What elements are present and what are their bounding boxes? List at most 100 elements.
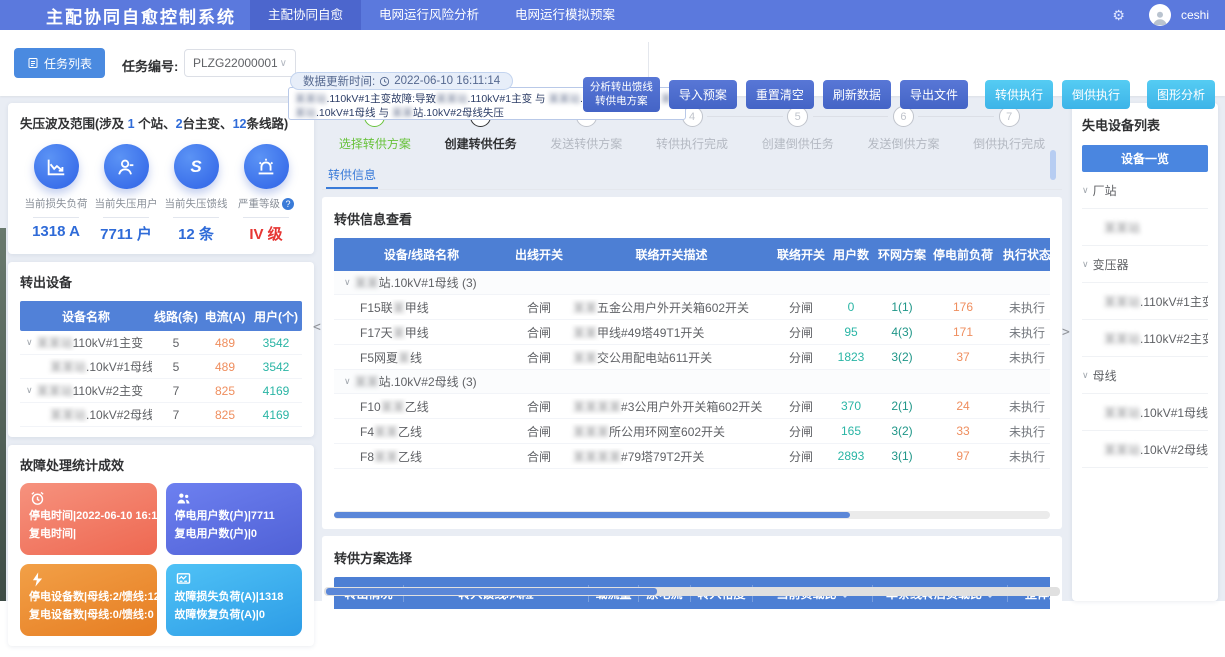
alarm-clock-icon (29, 490, 46, 507)
stat-severity: 严重等级 ? IV 级 (232, 144, 300, 244)
task-no-value: PLZG22000001 (193, 56, 278, 70)
outage-time-card: 停电时间|2022-06-10 16:11 复电时间| (20, 483, 157, 555)
refresh-data-button[interactable]: 刷新数据 (823, 80, 891, 109)
stat-lost-feeders: S 当前失压馈线 12 条 (162, 144, 230, 244)
alarm-icon (244, 144, 289, 189)
tree-item-bus2[interactable]: 某某站.10kV#2母线 (1082, 431, 1208, 468)
table-row[interactable]: F10某某乙线 合闸 某某某某#3公用户外开关箱602开关 分闸 370 2(1… (334, 394, 1050, 419)
group-row-bus1[interactable]: ∨ 某某 站.10kV#1母线 (3) (334, 271, 1050, 295)
table-row[interactable]: F4某某乙线 合闸 某某某所公用环网室602开关 分闸 165 3(2) 33 … (334, 419, 1050, 444)
chart-line-icon (34, 144, 79, 189)
table-row[interactable]: ∨某某站110kV#1主变 5 489 3542 (20, 331, 302, 355)
impact-stats: 当前损失负荷 1318 A 当前失压用户 7711 户 S 当前失压馈线 12 … (20, 144, 302, 244)
tree-group-bus[interactable]: ∨ 母线 (1082, 357, 1208, 394)
graph-analysis-button[interactable]: 图形分析 (1147, 80, 1215, 109)
transfer-info-title: 转供信息查看 (334, 209, 1050, 228)
help-icon[interactable]: ? (282, 198, 294, 210)
load-chart-icon (175, 571, 192, 588)
chevron-down-icon[interactable]: ∨ (344, 277, 351, 288)
import-plan-button[interactable]: 导入预案 (669, 80, 737, 109)
toolbar: 任务列表 任务编号: PLZG22000001 ∨ 数据更新时间: 2022-0… (0, 30, 1225, 96)
bolt-icon (29, 571, 46, 588)
nav-item-risk-analysis[interactable]: 电网运行风险分析 (361, 0, 497, 30)
main-menu: 主配协同自愈 电网运行风险分析 电网运行模拟预案 (250, 0, 633, 30)
avatar[interactable] (1149, 4, 1171, 26)
transfer-out-table: 设备名称 线路(条) 电流(A) 用户(个) ∨某某站110kV#1主变 5 4… (20, 301, 302, 427)
chevron-down-icon[interactable]: ∨ (26, 385, 33, 396)
table-row[interactable]: F8某某乙线 合闸 某某某某#79塔79T2开关 分闸 2893 3(1) 97… (334, 444, 1050, 469)
stat-lost-load: 当前损失负荷 1318 A (22, 144, 90, 244)
table-row[interactable]: 某某站.10kV#2母线 7 825 4169 (20, 403, 302, 427)
right-sidebar: 失电设备列表 设备一览 ∨ 厂站 某某站 ∨ 变压器 某某站.110kV#1主变… (1072, 103, 1218, 601)
chevron-down-icon[interactable]: ∨ (26, 337, 33, 348)
nav-item-self-healing[interactable]: 主配协同自愈 (250, 0, 361, 30)
vertical-scrollbar-thumb[interactable] (1050, 150, 1056, 180)
clock-icon (379, 76, 390, 87)
scrollbar-thumb[interactable] (326, 588, 657, 595)
table-row[interactable]: 某某站.10kV#1母线 5 489 3542 (20, 355, 302, 379)
page-horizontal-scrollbar (324, 587, 1060, 596)
scrollbar-thumb[interactable] (334, 512, 850, 518)
chevron-down-icon[interactable]: ∨ (344, 376, 351, 387)
plan-selection-title: 转供方案选择 (334, 548, 1050, 567)
top-navbar: 主配协同自愈控制系统 主配协同自愈 电网运行风险分析 电网运行模拟预案 ⚙ ce… (0, 0, 1225, 30)
plan-selection-panel: 转供方案选择 转出情况 转入馈线/风险 载流量 原电流 转入裕度 当前负载比 单… (322, 536, 1062, 657)
app-title: 主配协同自愈控制系统 (46, 3, 236, 28)
users-icon (175, 490, 192, 507)
step-create-restore-task: 5 创建倒供任务 (745, 106, 851, 158)
device-overview-header[interactable]: 设备一览 (1082, 145, 1208, 172)
table-row[interactable]: F5网夏某线 合闸 某某交公用配电站611开关 分闸 1823 3(2) 37 … (334, 345, 1050, 370)
tree-item-bus1[interactable]: 某某站.10kV#1母线 (1082, 394, 1208, 431)
outage-users-card: 停电用户数(户)|7711 复电用户数(户)|0 (166, 483, 303, 555)
lost-devices-title: 失电设备列表 (1082, 115, 1208, 134)
toolbar-actions: 分析转出馈线 转供电方案 导入预案 重置清空 刷新数据 导出文件 转供执行 倒供… (583, 77, 1215, 112)
step-send-restore-plan: 6 发送倒供方案 (851, 106, 957, 158)
horizontal-scrollbar (334, 511, 1050, 519)
navbar-right: ⚙ ceshi (1112, 4, 1209, 26)
expand-right-panel-handle[interactable]: > (1062, 325, 1070, 340)
empty-table-body (334, 609, 1050, 647)
table-row[interactable]: ∨某某站110kV#2主变 7 825 4169 (20, 379, 302, 403)
person-icon (1151, 8, 1169, 26)
table-row[interactable]: F17天某甲线 合闸 某某甲线#49塔49T1开关 分闸 95 4(3) 171… (334, 320, 1050, 345)
stat-lost-users: 当前失压用户 7711 户 (92, 144, 160, 244)
lost-load-card: 故障损失负荷(A)|1318 故障恢复负荷(A)|0 (166, 564, 303, 636)
tree-item-transformer2[interactable]: 某某站.110kV#2主变 (1082, 320, 1208, 357)
transfer-out-card: 转出设备 设备名称 线路(条) 电流(A) 用户(个) ∨某某站110kV#1主… (8, 262, 314, 437)
group-row-bus2[interactable]: ∨ 某某 站.10kV#2母线 (3) (334, 370, 1050, 394)
table-header: 设备/线路名称 出线开关 联络开关描述 联络开关 用户数 环网方案 停电前负荷 … (334, 238, 1050, 271)
tab-transfer-info[interactable]: 转供信息 (326, 161, 378, 189)
export-file-button[interactable]: 导出文件 (900, 80, 968, 109)
table-row[interactable]: F15联某甲线 合闸 某某五金公用户外开关箱602开关 分闸 0 1(1) 17… (334, 295, 1050, 320)
tree-item-transformer1[interactable]: 某某站.110kV#1主变 (1082, 283, 1208, 320)
transfer-out-title: 转出设备 (20, 272, 302, 291)
update-time-pill: 数据更新时间: 2022-06-10 16:11:14 (290, 72, 513, 90)
tree-group-station[interactable]: ∨ 厂站 (1082, 172, 1208, 209)
table-header: 设备名称 线路(条) 电流(A) 用户(个) (20, 301, 302, 331)
impact-scope-card: 失压波及范围(涉及 1 个站、2台主变、12条线路) 当前损失负荷 1318 A… (8, 103, 314, 254)
username[interactable]: ceshi (1181, 8, 1209, 22)
chevron-down-icon[interactable]: ∨ (1082, 259, 1089, 270)
user-icon (104, 144, 149, 189)
chevron-down-icon[interactable]: ∨ (1082, 370, 1089, 381)
restore-execute-button[interactable]: 倒供执行 (1062, 80, 1130, 109)
list-icon (27, 57, 39, 69)
tree-group-transformer[interactable]: ∨ 变压器 (1082, 246, 1208, 283)
fault-stats-card: 故障处理统计成效 停电时间|2022-06-10 16:11 复电时间| 停电用… (8, 445, 314, 646)
task-list-button[interactable]: 任务列表 (14, 48, 105, 78)
settings-gear-icon[interactable]: ⚙ (1112, 7, 1125, 24)
collapse-left-panel-handle[interactable]: < (313, 320, 321, 335)
transfer-info-table: 设备/线路名称 出线开关 联络开关描述 联络开关 用户数 环网方案 停电前负荷 … (334, 238, 1050, 469)
task-no-select[interactable]: PLZG22000001 ∨ (184, 49, 296, 77)
nav-item-simulation-plan[interactable]: 电网运行模拟预案 (497, 0, 633, 30)
transfer-info-panel: 转供信息查看 设备/线路名称 出线开关 联络开关描述 联络开关 用户数 环网方案… (322, 197, 1062, 529)
center-panel: ✓ 选择转供方案 2 创建转供任务 3 发送转供方案 4 转供执行完成 5 创建… (322, 100, 1062, 601)
transfer-execute-button[interactable]: 转供执行 (985, 80, 1053, 109)
feeder-icon: S (174, 144, 219, 189)
tree-item-station[interactable]: 某某站 (1082, 209, 1208, 246)
chevron-down-icon[interactable]: ∨ (1082, 185, 1089, 196)
reset-clear-button[interactable]: 重置清空 (746, 80, 814, 109)
fault-stats-title: 故障处理统计成效 (20, 455, 302, 474)
analyze-transfer-plan-button[interactable]: 分析转出馈线 转供电方案 (583, 77, 660, 112)
chevron-down-icon: ∨ (280, 58, 287, 69)
